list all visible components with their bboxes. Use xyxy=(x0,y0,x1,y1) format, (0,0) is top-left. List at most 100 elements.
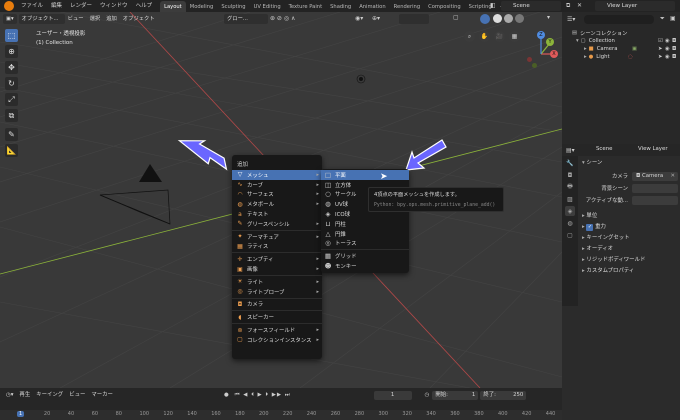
checkbox-icon[interactable]: ☑ xyxy=(658,38,663,44)
timeline-editor-icon[interactable]: ◷▾ xyxy=(3,391,16,400)
mesh-menu-item-torus[interactable]: ◎ トーラス xyxy=(321,239,409,249)
filter-icon[interactable]: ⏷ xyxy=(660,15,665,23)
timeline-menu-keying[interactable]: キーイング xyxy=(33,391,66,400)
measure-tool-icon[interactable]: 📐 xyxy=(5,144,18,157)
camera-render-icon[interactable]: ◘ xyxy=(672,54,676,60)
mesh-menu-item-grid[interactable]: ▦ グリッド xyxy=(321,251,409,261)
add-menu-item-lattice[interactable]: ▦ ラティス xyxy=(232,242,322,252)
shading-wire-icon[interactable] xyxy=(493,14,502,23)
shading-solid-icon[interactable] xyxy=(480,14,490,24)
add-menu-item-collection-instance[interactable]: ▢ コレクションインスタンス ▸ xyxy=(232,335,322,345)
tab-uv-editing[interactable]: UV Editing xyxy=(250,1,285,12)
view-layer-selector[interactable]: View Layer xyxy=(595,1,675,11)
tab-layout[interactable]: Layout xyxy=(160,0,186,12)
outliner-row-light[interactable]: ▸ ● Light ◌ ➤ ◉ ◘ xyxy=(562,53,680,61)
add-menu-item-mesh[interactable]: ▽ メッシュ ▸ xyxy=(232,170,322,180)
add-menu-item-speaker[interactable]: ◖ スピーカー xyxy=(232,312,322,322)
tab-texture-paint[interactable]: Texture Paint xyxy=(285,1,326,12)
collection-tab-icon[interactable]: ▢ xyxy=(565,230,575,240)
gizmo-x[interactable]: X xyxy=(550,50,558,58)
properties-viewlayer-field[interactable]: View Layer xyxy=(628,146,678,154)
outliner-row-camera[interactable]: ▸ ■ Camera ▣ ➤ ◉ ◘ xyxy=(562,45,680,53)
section-custom-properties[interactable]: ▸ カスタムプロパティ xyxy=(582,267,680,275)
tab-animation[interactable]: Animation xyxy=(355,1,389,12)
gravity-checkbox[interactable]: ✓ xyxy=(586,224,594,231)
add-menu-item-text[interactable]: a テキスト xyxy=(232,209,322,219)
gizmo-toggle-icon[interactable]: ⊕▾ xyxy=(372,15,380,22)
timeline-menu-view[interactable]: ビュー xyxy=(66,391,88,400)
shading-options-icon[interactable]: ▾ xyxy=(547,14,550,21)
camera-render-icon[interactable]: ◘ xyxy=(672,46,676,52)
zoom-icon[interactable]: ⌕ xyxy=(464,31,475,42)
camera-view-icon[interactable]: 🎥 xyxy=(494,31,505,42)
menu-add[interactable]: 追加 xyxy=(103,14,120,24)
properties-editor-icon[interactable]: ▤▾ xyxy=(566,147,575,154)
menu-file[interactable]: ファイル xyxy=(17,0,47,12)
menu-window[interactable]: ウィンドウ xyxy=(96,0,132,12)
xray-icon[interactable]: ▢ xyxy=(453,14,459,21)
grid-view-icon[interactable]: ▦ xyxy=(509,31,520,42)
select-arrow-icon[interactable]: ➤ xyxy=(658,54,662,60)
annotate-tool-icon[interactable]: ✎ xyxy=(5,128,18,141)
outliner-search[interactable] xyxy=(584,15,654,24)
menu-edit[interactable]: 編集 xyxy=(47,0,66,12)
timeline-menu-playback[interactable]: 再生 xyxy=(16,391,33,400)
timeline-ruler[interactable]: 1 20 40 60 80 100 120 140 160 180 200 220 240 260 280 3… xyxy=(0,410,562,420)
select-tool-icon[interactable]: ⬚ xyxy=(5,29,18,42)
mesh-menu-item-cylinder[interactable]: ⊔ 円柱 xyxy=(321,219,409,229)
add-menu-item-surface[interactable]: ◠ サーフェス ▸ xyxy=(232,190,322,200)
add-menu-item-light[interactable]: ☀ ライト ▸ xyxy=(232,277,322,287)
add-menu-item-light-probe[interactable]: ◎ ライトプローブ ▸ xyxy=(232,287,322,297)
menu-help[interactable]: ヘルプ xyxy=(132,0,157,12)
section-gravity[interactable]: ▸ ✓ 重力 xyxy=(582,223,680,231)
properties-scene-field[interactable]: Scene xyxy=(584,146,628,154)
tab-modeling[interactable]: Modeling xyxy=(186,1,218,12)
mode-selector[interactable]: オブジェクト... xyxy=(18,14,65,24)
menu-object[interactable]: オブジェクト xyxy=(120,14,158,24)
tab-sculpting[interactable]: Sculpting xyxy=(217,1,249,12)
section-rigid-body-world[interactable]: ▸ リジッドボディワールド xyxy=(582,256,680,264)
new-collection-icon[interactable]: ▣ xyxy=(670,15,676,22)
move-tool-icon[interactable]: ✥ xyxy=(5,61,18,74)
record-icon[interactable]: ● xyxy=(221,391,232,400)
menu-render[interactable]: レンダー xyxy=(66,0,96,12)
active-clip-field[interactable] xyxy=(632,196,678,205)
tab-shading[interactable]: Shading xyxy=(326,1,355,12)
add-menu-item-curve[interactable]: ∿ カーブ ▸ xyxy=(232,180,322,190)
close-icon[interactable]: ✕ xyxy=(577,2,582,9)
menu-view[interactable]: ビュー xyxy=(65,14,87,24)
outliner-row-collection[interactable]: ▾ ▢ Collection ☑ ◉ ◘ xyxy=(562,37,680,45)
current-frame-field[interactable]: 1 xyxy=(373,390,412,400)
scene-panel-header[interactable]: ▾ シーン xyxy=(582,159,680,167)
select-arrow-icon[interactable]: ➤ xyxy=(658,46,662,52)
outliner-editor-icon[interactable]: ☰▾ xyxy=(567,16,575,23)
pivot-icon[interactable]: ⊛ ⊘ ◎ ∧ xyxy=(270,15,295,22)
output-tab-icon[interactable]: 🖶 xyxy=(565,182,575,192)
world-tab-icon[interactable]: ◍ xyxy=(565,218,575,228)
outliner-row-scene-collection[interactable]: ▤ シーンコレクション xyxy=(562,29,680,37)
camera-field[interactable]: ◘ Camera ✕ xyxy=(632,172,678,181)
start-frame-field[interactable]: 開始: 1 xyxy=(432,390,479,400)
mesh-menu-item-monkey[interactable]: ☻ モンキー xyxy=(321,261,409,271)
tab-compositing[interactable]: Compositing xyxy=(424,1,465,12)
end-frame-field[interactable]: 終了: 250 xyxy=(480,390,527,400)
add-menu-item-image[interactable]: ▣ 画像 ▸ xyxy=(232,264,322,274)
playback-controls[interactable]: ⏮ ◀ ⏴ ▶ ⏵ ▶▶ ⏭ xyxy=(232,391,294,400)
add-menu-item-metaball[interactable]: ◍ メタボール ▸ xyxy=(232,199,322,209)
scale-tool-icon[interactable]: ⤢ xyxy=(5,93,18,106)
copy-icon[interactable]: ⧉ xyxy=(566,2,570,10)
view-layer-tab-icon[interactable]: ▨ xyxy=(565,194,575,204)
gizmo-y[interactable]: Y xyxy=(546,38,554,46)
section-units[interactable]: ▸ 単位 xyxy=(582,212,680,220)
scene-selector[interactable]: Scene xyxy=(501,1,561,11)
overlay-toggle[interactable] xyxy=(399,14,429,24)
editor-type-button[interactable]: ▣▾ xyxy=(3,14,17,24)
expand-icon[interactable]: ▾ xyxy=(576,38,579,44)
eye-icon[interactable]: ◉ xyxy=(665,38,670,44)
menu-select[interactable]: 選択 xyxy=(87,14,104,24)
scene-tab-icon[interactable]: ◈ xyxy=(565,206,575,216)
transform-orientation[interactable]: グロー... xyxy=(224,14,268,24)
eye-icon[interactable]: ◉ xyxy=(665,46,670,52)
tool-tab-icon[interactable]: 🔧 xyxy=(565,158,575,168)
blender-logo-icon[interactable] xyxy=(4,1,14,11)
